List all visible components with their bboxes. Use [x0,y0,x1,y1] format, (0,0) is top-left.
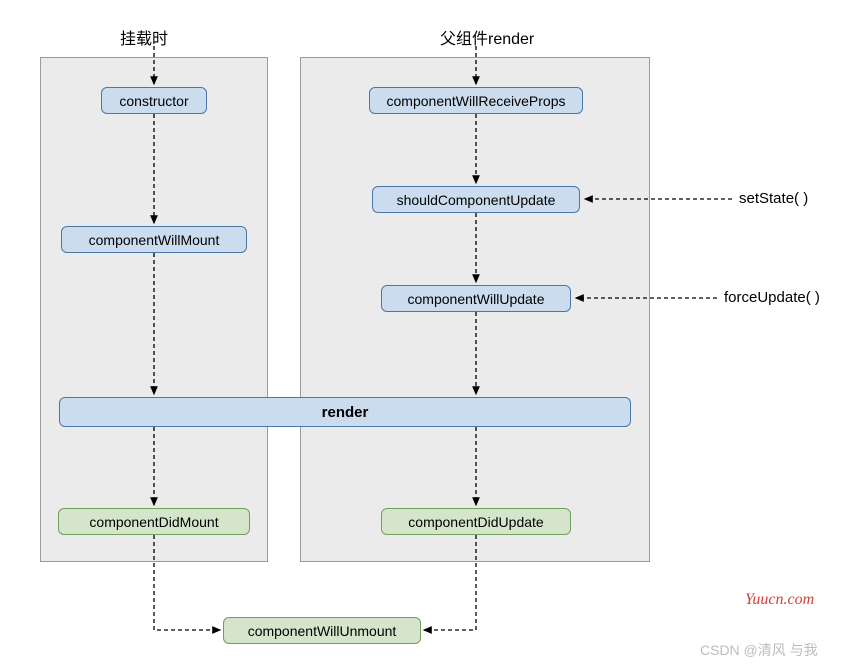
update-title: 父组件render [440,25,534,49]
node-render: render [59,397,631,427]
label-setstate: setState( ) [739,190,808,207]
node-shouldcomponentupdate: shouldComponentUpdate [372,186,580,213]
node-constructor: constructor [101,87,207,114]
mount-title: 挂载时 [120,25,168,49]
node-componentwillmount: componentWillMount [61,226,247,253]
node-componentwillunmount: componentWillUnmount [223,617,421,644]
mount-panel [40,57,268,562]
node-componentwillupdate: componentWillUpdate [381,285,571,312]
watermark-gray: CSDN @清风 与我 [700,640,818,660]
node-componentdidupdate: componentDidUpdate [381,508,571,535]
label-forceupdate: forceUpdate( ) [724,289,820,306]
node-componentdidmount: componentDidMount [58,508,250,535]
node-componentwillreceiveprops: componentWillReceiveProps [369,87,583,114]
watermark-red: Yuucn.com [745,591,814,609]
